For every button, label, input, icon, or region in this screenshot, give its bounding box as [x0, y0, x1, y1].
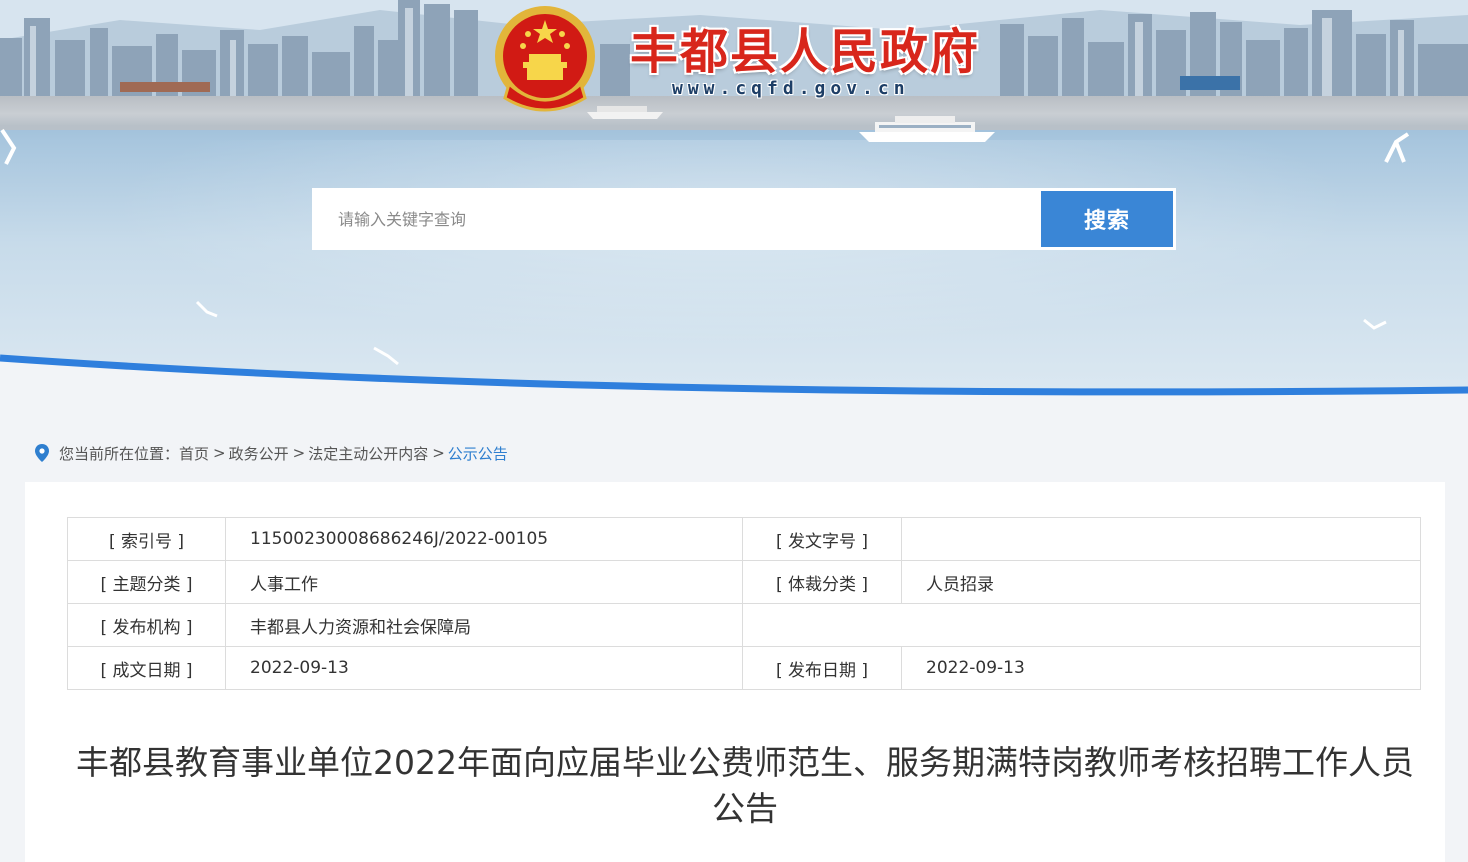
seagull-icon [1384, 132, 1410, 163]
location-pin-icon [35, 444, 49, 462]
seagull-icon [1363, 318, 1387, 330]
published-date-value: 2022-09-13 [901, 646, 1421, 690]
index-number-label: [ 索引号 ] [67, 517, 226, 561]
search-bar: 搜索 [312, 188, 1176, 250]
breadcrumb-separator: > [213, 444, 226, 462]
table-row: [ 成文日期 ] 2022-09-13 [ 发布日期 ] 2022-09-13 [67, 646, 1421, 690]
genre-category-label: [ 体裁分类 ] [742, 560, 902, 604]
seagull-icon [0, 128, 17, 165]
header-banner: 丰都县人民政府 www.cqfd.gov.cn 搜索 [0, 0, 1468, 405]
table-row: [ 发布机构 ] 丰都县人力资源和社会保障局 [67, 603, 1421, 647]
breadcrumb: 您当前所在位置： 首页 > 政务公开 > 法定主动公开内容 > 公示公告 [35, 440, 508, 466]
created-date-value: 2022-09-13 [225, 646, 743, 690]
table-row: [ 主题分类 ] 人事工作 [ 体裁分类 ] 人员招录 [67, 560, 1421, 604]
table-row: [ 索引号 ] 11500230008686246J/2022-00105 [ … [67, 517, 1421, 561]
site-url[interactable]: www.cqfd.gov.cn [672, 78, 910, 99]
published-date-label: [ 发布日期 ] [742, 646, 902, 690]
document-metadata-table: [ 索引号 ] 11500230008686246J/2022-00105 [ … [67, 517, 1421, 690]
document-number-label: [ 发文字号 ] [742, 517, 902, 561]
empty-cell [742, 603, 902, 647]
created-date-label: [ 成文日期 ] [67, 646, 226, 690]
article-title: 丰都县教育事业单位2022年面向应届毕业公费师范生、服务期满特岗教师考核招聘工作… [76, 743, 1414, 828]
river-surface [0, 140, 1468, 370]
breadcrumb-prefix: 您当前所在位置： [59, 444, 180, 463]
cruise-ship-image [859, 116, 995, 142]
breadcrumb-separator: > [432, 444, 445, 462]
site-name-title[interactable]: 丰都县人民政府 [630, 12, 980, 82]
topic-category-value: 人事工作 [225, 560, 743, 604]
river-shore [0, 96, 1468, 126]
topic-category-label: [ 主题分类 ] [67, 560, 226, 604]
empty-cell [901, 603, 1421, 647]
breadcrumb-gov-affairs[interactable]: 政务公开 [229, 443, 289, 464]
banner-wave-decoration [0, 354, 1468, 405]
breadcrumb-home[interactable]: 首页 [179, 443, 209, 464]
index-number-value: 11500230008686246J/2022-00105 [225, 517, 743, 561]
document-number-value [901, 517, 1421, 561]
genre-category-value: 人员招录 [901, 560, 1421, 604]
publishing-org-value: 丰都县人力资源和社会保障局 [225, 603, 743, 647]
search-button[interactable]: 搜索 [1041, 191, 1173, 247]
publishing-org-label: [ 发布机构 ] [67, 603, 226, 647]
breadcrumb-announcements[interactable]: 公示公告 [448, 443, 508, 464]
article-card: [ 索引号 ] 11500230008686246J/2022-00105 [ … [25, 482, 1445, 862]
ferry-boat-image [587, 106, 663, 119]
search-input[interactable] [312, 188, 1040, 250]
breadcrumb-statutory-content[interactable]: 法定主动公开内容 [308, 443, 428, 464]
breadcrumb-separator: > [292, 444, 306, 462]
seagull-icon [195, 300, 218, 318]
national-emblem-icon [495, 6, 595, 112]
